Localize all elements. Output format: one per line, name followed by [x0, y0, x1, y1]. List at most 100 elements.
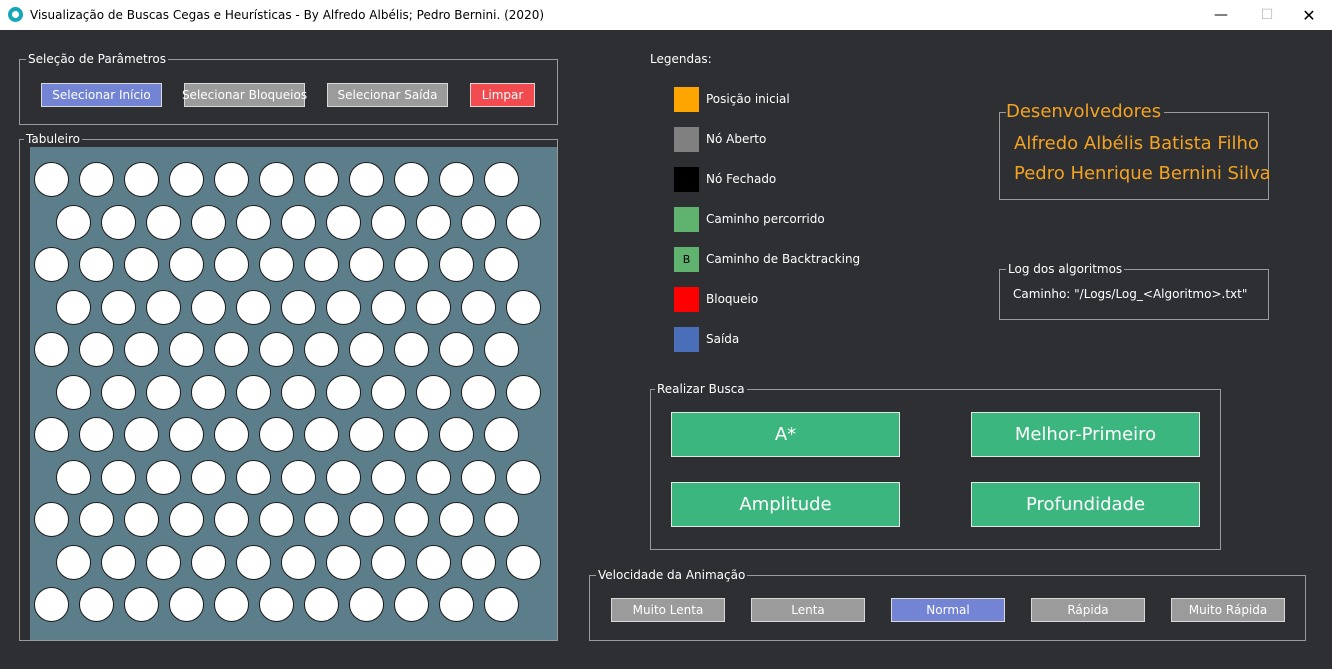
board-cell[interactable]: [79, 247, 114, 282]
board-cell[interactable]: [236, 289, 271, 325]
board-cell[interactable]: [191, 289, 226, 325]
board-cell[interactable]: [214, 162, 249, 197]
board-cell[interactable]: [34, 417, 69, 452]
board-cell[interactable]: [34, 247, 69, 282]
board-cell[interactable]: [416, 374, 451, 410]
select-exit-button[interactable]: Selecionar Saída: [327, 83, 448, 107]
board-cell[interactable]: [416, 459, 451, 495]
board-cell[interactable]: [214, 332, 249, 367]
board-cell[interactable]: [461, 204, 496, 240]
board-cell[interactable]: [304, 502, 339, 537]
board-cell[interactable]: [484, 162, 519, 197]
board-cell[interactable]: [349, 247, 384, 282]
board-cell[interactable]: [169, 247, 204, 282]
board-cell[interactable]: [304, 162, 339, 197]
board-cell[interactable]: [326, 544, 361, 580]
board-cell[interactable]: [236, 459, 271, 495]
board-cell[interactable]: [169, 587, 204, 622]
board-cell[interactable]: [191, 544, 226, 580]
board-cell[interactable]: [394, 162, 429, 197]
board-cell[interactable]: [281, 289, 316, 325]
board-cell[interactable]: [101, 204, 136, 240]
board-cell[interactable]: [236, 544, 271, 580]
maximize-button[interactable]: ☐: [1244, 0, 1290, 30]
board-cell[interactable]: [124, 417, 159, 452]
board-cell[interactable]: [349, 502, 384, 537]
board-cell[interactable]: [326, 204, 361, 240]
board-cell[interactable]: [326, 289, 361, 325]
board-cell[interactable]: [461, 544, 496, 580]
board-cell[interactable]: [394, 417, 429, 452]
board-cell[interactable]: [214, 502, 249, 537]
board-cell[interactable]: [214, 417, 249, 452]
board-cell[interactable]: [124, 502, 159, 537]
board-cell[interactable]: [34, 332, 69, 367]
board-cell[interactable]: [439, 417, 474, 452]
clear-button[interactable]: Limpar: [470, 83, 535, 107]
board-cell[interactable]: [79, 587, 114, 622]
a-star-button[interactable]: A*: [671, 412, 900, 457]
depth-button[interactable]: Profundidade: [971, 482, 1200, 527]
select-start-button[interactable]: Selecionar Início: [41, 83, 162, 107]
speed-fast-button[interactable]: Rápida: [1031, 598, 1145, 622]
board-cell[interactable]: [326, 374, 361, 410]
board-cell[interactable]: [34, 502, 69, 537]
board-cell[interactable]: [169, 417, 204, 452]
board-cell[interactable]: [484, 502, 519, 537]
board-cell[interactable]: [34, 587, 69, 622]
board-cell[interactable]: [169, 332, 204, 367]
board-cell[interactable]: [214, 247, 249, 282]
board-cell[interactable]: [461, 374, 496, 410]
board-cell[interactable]: [326, 459, 361, 495]
board-cell[interactable]: [259, 587, 294, 622]
board-cell[interactable]: [394, 502, 429, 537]
breadth-button[interactable]: Amplitude: [671, 482, 900, 527]
board-cell[interactable]: [349, 332, 384, 367]
board-cell[interactable]: [101, 374, 136, 410]
board-cell[interactable]: [79, 332, 114, 367]
board-cell[interactable]: [461, 289, 496, 325]
board-cell[interactable]: [56, 374, 91, 410]
speed-normal-button[interactable]: Normal: [891, 598, 1005, 622]
board-cell[interactable]: [416, 204, 451, 240]
board-cell[interactable]: [101, 459, 136, 495]
board-cell[interactable]: [439, 162, 474, 197]
board-cell[interactable]: [394, 587, 429, 622]
board-cell[interactable]: [304, 417, 339, 452]
board-cell[interactable]: [124, 587, 159, 622]
board-cell[interactable]: [191, 459, 226, 495]
board-cell[interactable]: [371, 289, 406, 325]
board-cell[interactable]: [259, 417, 294, 452]
board-cell[interactable]: [416, 544, 451, 580]
board-cell[interactable]: [506, 459, 541, 495]
board-cell[interactable]: [281, 459, 316, 495]
board-cell[interactable]: [281, 374, 316, 410]
board-cell[interactable]: [506, 544, 541, 580]
board-cell[interactable]: [349, 417, 384, 452]
board-cell[interactable]: [349, 162, 384, 197]
board-cell[interactable]: [281, 204, 316, 240]
board-cell[interactable]: [484, 417, 519, 452]
board-cell[interactable]: [236, 204, 271, 240]
board-cell[interactable]: [146, 544, 181, 580]
board-cell[interactable]: [259, 332, 294, 367]
board-cell[interactable]: [169, 502, 204, 537]
board-cell[interactable]: [191, 204, 226, 240]
best-first-button[interactable]: Melhor-Primeiro: [971, 412, 1200, 457]
board-cell[interactable]: [56, 459, 91, 495]
board-cell[interactable]: [439, 247, 474, 282]
board-cell[interactable]: [236, 374, 271, 410]
board-cell[interactable]: [124, 247, 159, 282]
board-cell[interactable]: [484, 247, 519, 282]
board-cell[interactable]: [281, 544, 316, 580]
board-cell[interactable]: [484, 587, 519, 622]
board-cell[interactable]: [461, 459, 496, 495]
minimize-button[interactable]: —: [1198, 0, 1244, 30]
board-cell[interactable]: [124, 162, 159, 197]
board-cell[interactable]: [484, 332, 519, 367]
board-cell[interactable]: [259, 162, 294, 197]
board-cell[interactable]: [191, 374, 226, 410]
board-cell[interactable]: [56, 544, 91, 580]
board-cell[interactable]: [506, 289, 541, 325]
board-cell[interactable]: [146, 204, 181, 240]
